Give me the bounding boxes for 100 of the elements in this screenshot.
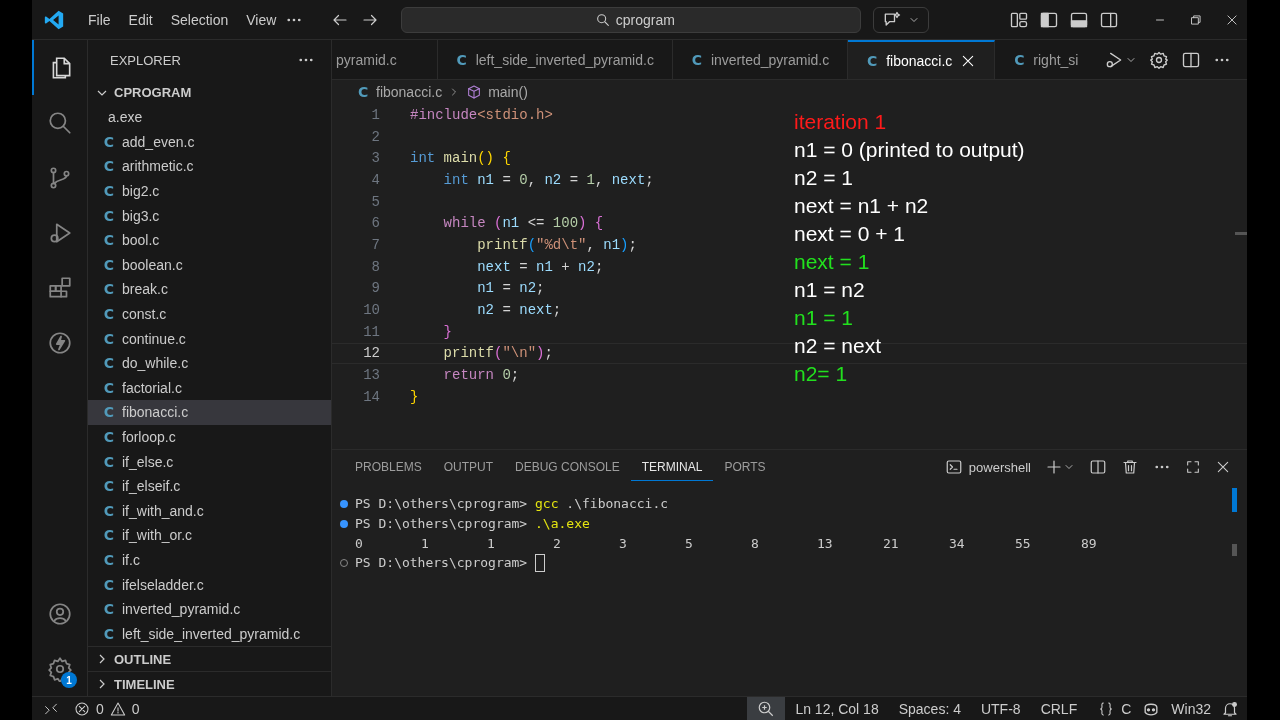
terminal-output: 1 [487,535,496,551]
notification-badge: 1 [61,672,77,688]
annotation-text: n2= 1 [794,361,849,387]
explorer-entry[interactable]: C if_with_or.c [88,523,331,548]
scrollbar-thumb[interactable] [1232,544,1237,556]
menu-item[interactable]: View [237,11,286,28]
editor-tab[interactable]: C fibonacci.c [848,40,996,79]
search-field[interactable]: cprogram [401,6,862,33]
code-line: } [442,323,452,340]
code-line: printf("%d\t", n1); [476,236,637,253]
explorer-entry[interactable]: C break.c [88,277,331,302]
menu-item[interactable]: File [79,11,120,28]
explorer-entry[interactable]: a.exe [88,105,331,130]
c-file-icon: C [690,51,703,68]
explorer-entry[interactable]: C boolean.c [88,252,331,278]
breadcrumb-item[interactable]: fibonacci.c [376,84,443,100]
c-file-icon: C [103,133,115,150]
code-line: n2 = next; [476,302,562,319]
scrollbar-thumb[interactable] [1232,488,1237,512]
folder-header[interactable]: CPROGRAM [88,80,331,105]
c-file-icon: C [103,478,115,495]
explorer-entry[interactable]: C arithmetic.c [88,154,331,179]
breadcrumb-item[interactable]: main() [488,84,528,100]
editor-tab[interactable]: pyramid.c [332,40,438,79]
c-file-icon: C [358,84,370,100]
c-file-icon: C [103,576,115,593]
explorer-entry[interactable]: C left_side_inverted_pyramid.c [88,621,331,646]
explorer-entry[interactable]: C big3.c [88,203,331,228]
terminal-selector[interactable]: powershell [944,458,1031,476]
terminal-line: PS D:\others\cprogram> .\a.exe [355,516,590,532]
indentation-status[interactable]: Spaces: 4 [888,697,971,720]
code-line: next = n1 + n2; [476,258,604,275]
line-ending-status[interactable]: CRLF [1030,697,1088,720]
explorer-entry[interactable]: C if_elseif.c [88,473,331,499]
line-number: 7 [370,236,381,253]
command-status-icon [340,519,348,528]
line-number: 8 [370,258,381,275]
line-number: 5 [370,193,381,210]
platform-status[interactable]: Win32 [1161,697,1221,720]
explorer-entry[interactable]: C if.c [88,547,331,573]
line-number: 6 [370,215,381,232]
c-file-icon: C [103,330,115,347]
panel-tab[interactable]: OUTPUT [432,454,505,480]
explorer-entry[interactable]: C add_even.c [88,129,331,155]
restore-icon[interactable] [1189,12,1203,27]
panel-tab[interactable]: TERMINAL [630,453,714,481]
explorer-entry[interactable]: C factorial.c [88,375,331,401]
line-number: 9 [370,280,381,297]
explorer-title: EXPLORER [110,52,182,68]
explorer-entry[interactable]: C if_else.c [88,449,331,474]
terminal-output: 55 [1015,535,1032,551]
cube-icon [466,84,483,100]
annotation-text: next = 0 + 1 [794,221,906,247]
explorer-entry[interactable]: C continue.c [88,326,331,351]
close-icon[interactable] [1215,459,1231,475]
c-file-icon: C [103,306,115,323]
line-number: 14 [362,388,381,405]
editor-tab[interactable]: C left_side_inverted_pyramid.c [437,40,673,79]
section-header[interactable]: OUTLINE [88,646,331,671]
notification-bell-icon[interactable] [1221,699,1239,718]
c-file-icon: C [103,232,115,249]
explorer-entry[interactable]: C do_while.c [88,350,331,376]
panel-tab[interactable]: DEBUG CONSOLE [504,454,631,480]
search-icon [595,11,612,28]
annotation-text: n2 = 1 [794,165,854,191]
explorer-entry[interactable]: C ifelseladder.c [88,572,331,597]
command-status-icon [340,499,348,508]
new-terminal-button[interactable] [1045,458,1075,476]
scrollbar-thumb[interactable] [1235,232,1247,235]
editor-tab[interactable]: C right_si [995,40,1083,79]
terminal-output: 13 [817,535,834,551]
line-number: 13 [362,367,381,384]
settings-icon[interactable] [1149,49,1169,70]
code-line: #include<stdio.h> [410,106,553,123]
encoding-status[interactable]: UTF-8 [970,697,1031,720]
panel-tab[interactable]: PORTS [713,454,777,480]
problems-indicator[interactable]: 0 0 [64,700,150,717]
menu-item[interactable]: Selection [161,11,238,28]
language-mode[interactable]: C [1087,697,1142,720]
split-terminal-icon[interactable] [1089,458,1107,476]
trash-icon[interactable] [1121,458,1139,476]
explorer-entry[interactable]: C if_with_and.c [88,498,331,524]
chat-button[interactable] [873,6,930,33]
panel-tab[interactable]: PROBLEMS [344,454,433,480]
explorer-entry[interactable]: C inverted_pyramid.c [88,596,331,622]
explorer-entry[interactable]: C forloop.c [88,424,331,450]
explorer-entry[interactable]: C fibonacci.c [88,400,331,425]
cursor-position[interactable]: Ln 12, Col 18 [785,697,889,720]
maximize-icon[interactable] [1185,459,1201,475]
c-file-icon: C [103,183,115,200]
terminal-icon [944,458,963,476]
explorer-entry[interactable]: C const.c [88,301,331,327]
zoom-icon[interactable] [747,697,786,720]
explorer-entry[interactable]: C bool.c [88,227,331,253]
c-file-icon: C [103,601,115,618]
annotation-text: n1 = n2 [794,277,866,303]
close-icon[interactable] [1225,12,1239,27]
code-line: printf("\n"); [442,345,553,362]
menu-item[interactable]: Edit [119,11,162,28]
explorer-entry[interactable]: C big2.c [88,178,331,204]
